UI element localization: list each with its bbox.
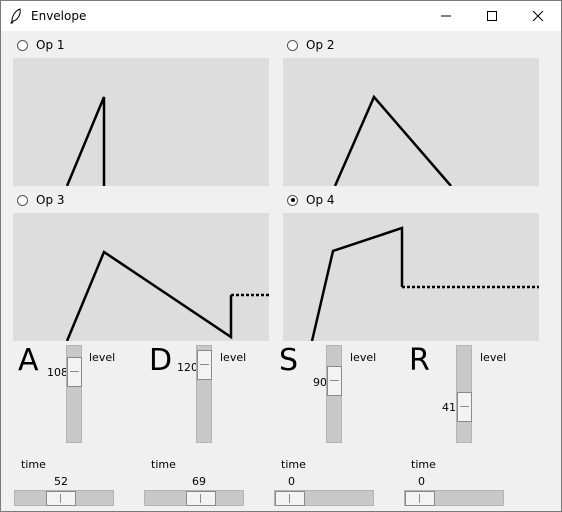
op3-envelope-graph: [65, 250, 269, 341]
attack-time-value: 52: [54, 475, 68, 488]
sustain-level-value: 90: [313, 376, 327, 389]
op3-radio-indicator[interactable]: [17, 194, 28, 206]
sustain-level-slider[interactable]: [326, 345, 342, 443]
op2-envelope-canvas[interactable]: [283, 58, 539, 186]
attack-level-slider[interactable]: [66, 345, 82, 443]
sustain-level-label: level: [350, 351, 377, 364]
decay-level-label: level: [220, 351, 247, 364]
release-time-value: 0: [418, 475, 425, 488]
attack-level-label: level: [89, 351, 116, 364]
minimize-icon: [441, 15, 451, 17]
op2-radio-indicator[interactable]: [287, 39, 298, 51]
sustain-time-slider[interactable]: [274, 490, 374, 506]
op1-radio-indicator[interactable]: [17, 39, 28, 51]
sustain-letter: S: [279, 343, 299, 378]
op4-envelope-graph: [310, 226, 539, 341]
decay-level-value: 120: [177, 361, 198, 374]
maximize-button[interactable]: [469, 1, 515, 31]
sustain-time-thumb[interactable]: [275, 491, 305, 506]
attack-level-thumb[interactable]: [67, 357, 82, 387]
attack-letter: A: [18, 343, 39, 378]
release-level-slider[interactable]: [456, 345, 472, 443]
op1-envelope-graph: [65, 96, 106, 186]
op4-label: Op 4: [306, 193, 335, 207]
sustain-time-label: time: [281, 458, 306, 471]
decay-time-slider[interactable]: [144, 490, 244, 506]
op3-envelope-canvas[interactable]: [13, 213, 269, 341]
title-bar[interactable]: Envelope: [1, 1, 561, 31]
op3-label: Op 3: [36, 193, 65, 207]
decay-time-thumb[interactable]: [186, 491, 216, 506]
attack-time-slider[interactable]: [14, 490, 114, 506]
decay-time-value: 69: [192, 475, 206, 488]
op3-radio[interactable]: Op 3: [17, 193, 65, 207]
op2-radio[interactable]: Op 2: [287, 38, 335, 52]
decay-time-label: time: [151, 458, 176, 471]
window-title: Envelope: [31, 9, 87, 23]
sustain-time-value: 0: [288, 475, 295, 488]
release-level-value: 41: [442, 401, 456, 414]
op1-label: Op 1: [36, 38, 65, 52]
envelope-window: Envelope Op 1 Op 2 Op 3 Op 4 A 108 level…: [0, 0, 562, 512]
release-time-label: time: [411, 458, 436, 471]
attack-time-thumb[interactable]: [46, 491, 76, 506]
release-time-slider[interactable]: [404, 490, 504, 506]
decay-level-slider[interactable]: [196, 345, 212, 443]
op1-envelope-canvas[interactable]: [13, 58, 269, 186]
release-time-thumb[interactable]: [405, 491, 435, 506]
decay-letter: D: [149, 343, 173, 378]
release-level-label: level: [480, 351, 507, 364]
attack-time-label: time: [21, 458, 46, 471]
maximize-icon: [487, 11, 497, 21]
op4-radio-indicator[interactable]: [287, 194, 298, 206]
sustain-level-thumb[interactable]: [327, 366, 342, 396]
close-button[interactable]: [515, 1, 561, 31]
release-letter: R: [409, 343, 430, 378]
feather-icon: [10, 8, 21, 24]
op1-radio[interactable]: Op 1: [17, 38, 65, 52]
op4-envelope-canvas[interactable]: [283, 213, 539, 341]
op2-envelope-graph: [333, 94, 452, 186]
minimize-button[interactable]: [423, 1, 469, 31]
attack-level-value: 108: [47, 366, 68, 379]
release-level-thumb[interactable]: [457, 392, 472, 422]
close-icon: [532, 10, 544, 22]
op2-label: Op 2: [306, 38, 335, 52]
op4-radio[interactable]: Op 4: [287, 193, 335, 207]
decay-level-thumb[interactable]: [197, 350, 212, 380]
